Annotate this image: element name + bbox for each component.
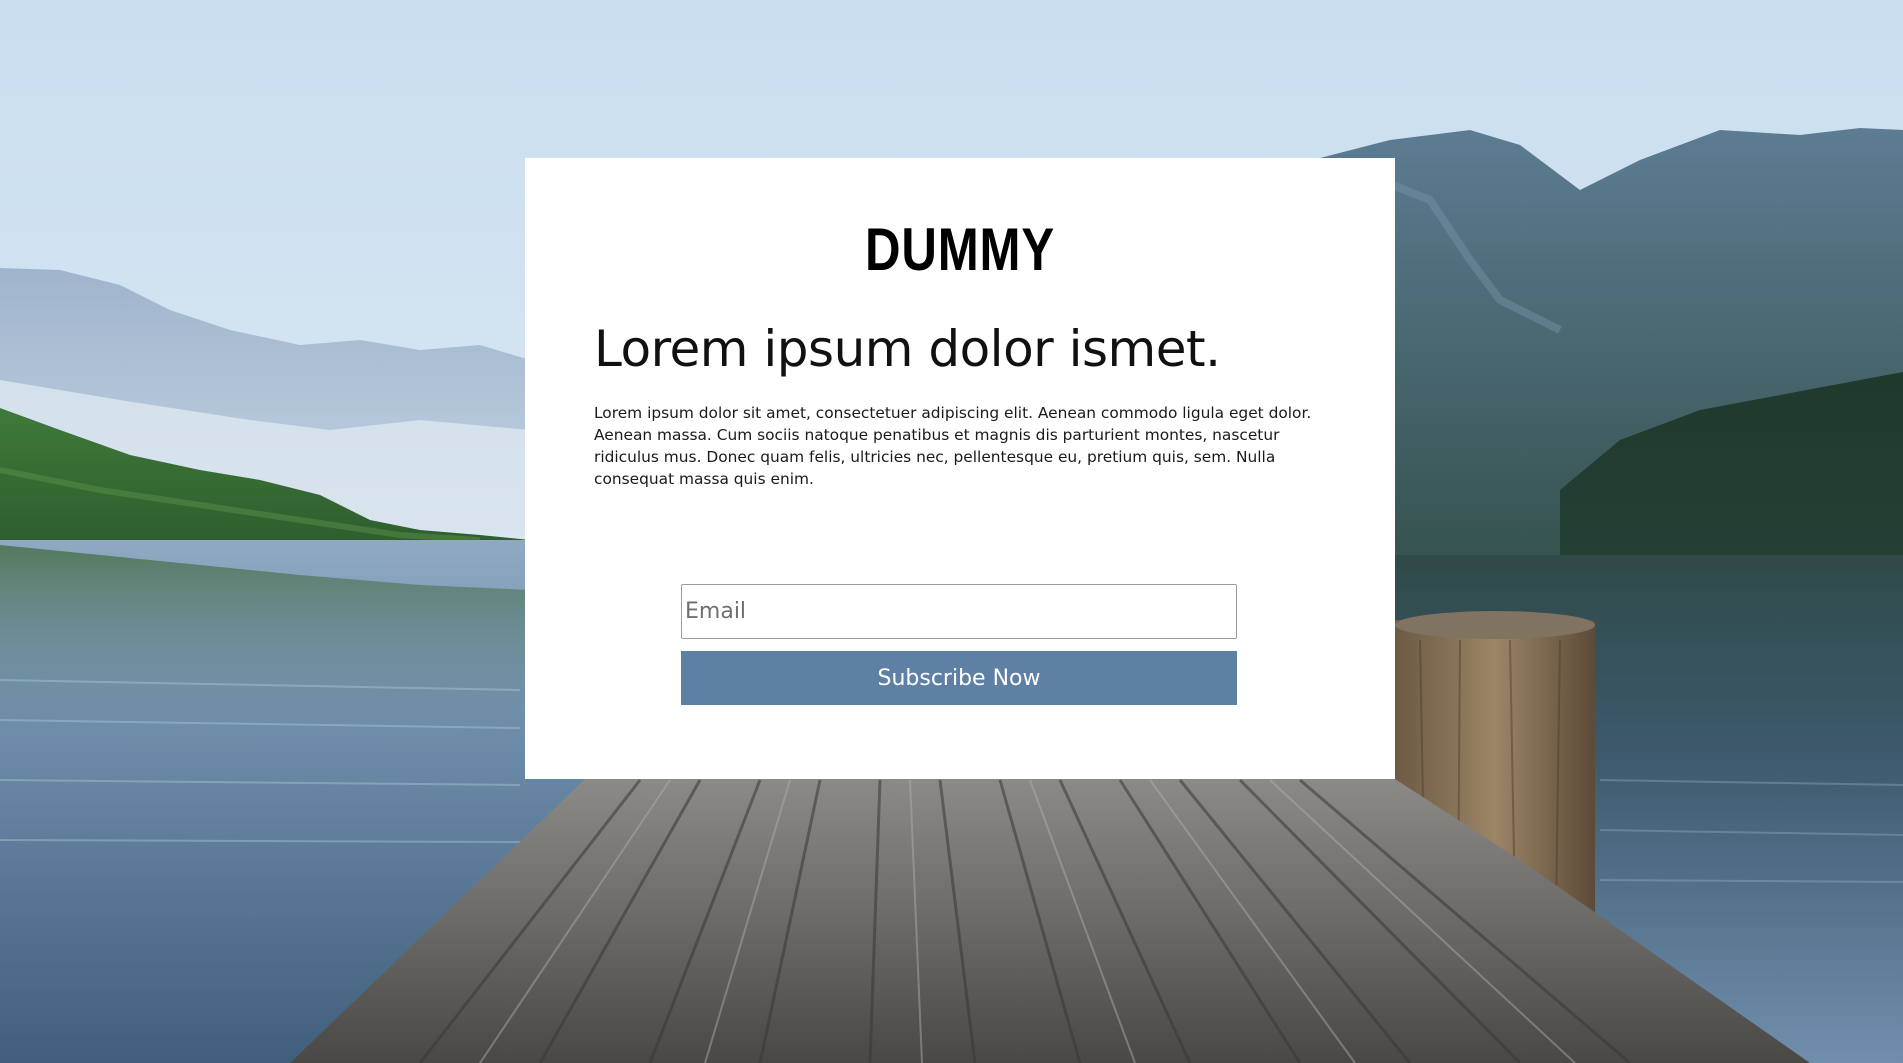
intro-paragraph: Lorem ipsum dolor sit amet, consectetuer… (594, 404, 1312, 488)
brand-logo: DUMMY (865, 216, 1055, 283)
subscribe-button[interactable]: Subscribe Now (681, 651, 1237, 705)
page-title: Lorem ipsum dolor ismet. (594, 320, 1221, 378)
subscribe-card: DUMMY Lorem ipsum dolor ismet. Lorem ips… (525, 158, 1395, 779)
email-field[interactable] (681, 584, 1237, 639)
